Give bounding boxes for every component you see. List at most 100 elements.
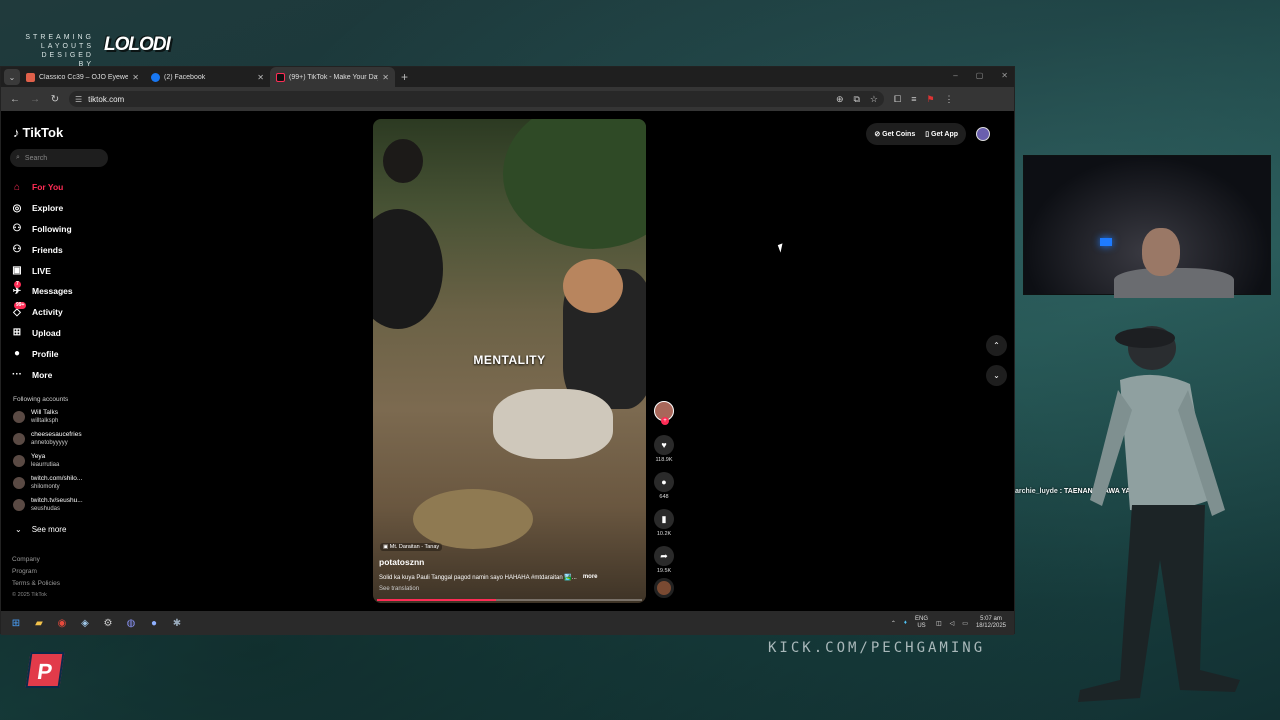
previous-video-button[interactable]: ⌃ <box>986 335 1007 356</box>
tray-chevron-icon[interactable]: ⌃ <box>891 620 896 627</box>
back-icon[interactable]: ← <box>9 94 21 105</box>
close-window-button[interactable]: ✕ <box>1001 71 1008 80</box>
chrome-icon[interactable]: ◉ <box>54 615 70 631</box>
see-translation-link[interactable]: See translation <box>379 586 419 592</box>
get-app-button[interactable]: ▯ Get App <box>925 130 958 138</box>
next-video-button[interactable]: ⌄ <box>986 365 1007 386</box>
tab-search-icon[interactable]: ⌄ <box>4 69 20 85</box>
kick-channel-url: KICK.COM/PECHGAMING <box>768 640 986 656</box>
close-tab-icon[interactable]: ✕ <box>257 73 264 82</box>
video-player[interactable]: MENTALITY ▣ Mt. Daraitan - Tanay potatos… <box>373 119 646 603</box>
user-avatar[interactable] <box>976 127 990 141</box>
extensions-icon[interactable]: ⧠ <box>894 94 901 105</box>
media-icon[interactable]: ≡ <box>911 94 916 105</box>
tab-facebook[interactable]: (2) Facebook ✕ <box>145 67 270 87</box>
author-avatar[interactable]: + <box>654 401 674 425</box>
account-username: seushudas <box>31 506 61 512</box>
tiktok-logo[interactable]: ♪ TikTok <box>13 125 63 140</box>
nav-item-for-you[interactable]: ⌂ For You <box>11 177 73 198</box>
network-icon[interactable]: ◫ <box>936 620 942 627</box>
site-info-icon[interactable]: ☰ <box>75 95 82 104</box>
avatar <box>13 477 25 489</box>
nav-item-messages[interactable]: ✈ 7 Messages <box>11 280 73 302</box>
like-action[interactable]: ♥ 118.9K <box>654 435 674 463</box>
discord-icon[interactable]: ◍ <box>123 615 139 631</box>
video-person-1 <box>373 209 443 329</box>
nav-item-more[interactable]: ··· More <box>11 364 73 385</box>
date-text: 18/12/2025 <box>975 623 1006 629</box>
tab-bar: ⌄ Classico Cc39 – OJO Eyewear ✕ (2) Face… <box>1 67 1014 87</box>
nav-item-live[interactable]: ▣ LIVE <box>11 260 73 281</box>
nav-item-profile[interactable]: ● Profile <box>11 343 73 364</box>
more-link[interactable]: more <box>583 574 598 581</box>
account-name: Will Talks <box>31 409 58 416</box>
progress-bar[interactable] <box>377 599 497 601</box>
logo-text: TikTok <box>22 125 64 140</box>
footer-program-link[interactable]: Program <box>12 568 60 575</box>
region-code: US <box>917 623 926 629</box>
windows-taskbar: ⊞ ▰ ◉ ◈ ⚙ ◍ ● ✱ ⌃ ♦ ENG US ◫ ◁ ▭ 5:07 am 1… <box>1 611 1014 635</box>
minimize-button[interactable]: – <box>953 71 957 80</box>
credit-line: STREAMING <box>25 34 94 41</box>
bookmark-star-icon[interactable]: ☆ <box>870 94 878 105</box>
footer-terms-link[interactable]: Terms & Policies <box>12 580 60 587</box>
clock[interactable]: 5:07 am 18/12/2025 <box>976 616 1006 630</box>
comment-action[interactable]: ● 648 <box>654 472 674 500</box>
layout-credit: STREAMING LAYOUTS DESIGED BY <box>22 33 94 69</box>
nav-item-activity[interactable]: ◇ 99+ Activity <box>11 301 73 323</box>
video-author[interactable]: potatosznn <box>379 557 424 567</box>
nav-item-upload[interactable]: ⊞ Upload <box>11 323 73 344</box>
language-indicator[interactable]: ENG US <box>915 616 928 630</box>
url-field[interactable]: ☰ tiktok.com ⊕ ⧉ ☆ <box>69 91 884 107</box>
close-tab-icon[interactable]: ✕ <box>382 73 389 82</box>
following-account[interactable]: Yeya leaurrutiaa <box>13 453 83 469</box>
tab-tiktok[interactable]: (99+) TikTok - Make Your Day ✕ <box>270 67 395 87</box>
gear-icon[interactable]: ✱ <box>169 615 185 631</box>
browser-menu-icon[interactable]: ⋮ <box>945 94 954 105</box>
reload-icon[interactable]: ↻ <box>49 94 61 105</box>
see-more-button[interactable]: ⌄ See more <box>15 525 66 534</box>
close-tab-icon[interactable]: ✕ <box>132 73 139 82</box>
battery-icon[interactable]: ▭ <box>962 620 968 627</box>
following-account[interactable]: cheesesaucefries annetobyyyyy <box>13 431 83 447</box>
settings-app-icon[interactable]: ⚙ <box>100 615 116 631</box>
save-action[interactable]: ▮ 10.2K <box>654 509 674 537</box>
heart-icon[interactable]: ♥ <box>654 435 674 455</box>
forward-icon[interactable]: → <box>29 94 41 105</box>
walking-man-illustration <box>1078 326 1240 702</box>
nav-item-explore[interactable]: ◎ Explore <box>11 198 73 219</box>
location-tag[interactable]: ▣ Mt. Daraitan - Tanay <box>380 543 443 551</box>
install-icon[interactable]: ⧉ <box>853 94 859 105</box>
profile-extension-icon[interactable]: ⚑ <box>926 94 934 105</box>
search-input[interactable]: ⌕ Search <box>10 149 108 167</box>
bookmark-icon[interactable]: ▮ <box>654 509 674 529</box>
footer-company-link[interactable]: Company <box>12 556 60 563</box>
following-account[interactable]: Will Talks willtalksph <box>13 409 83 425</box>
music-disc-icon[interactable] <box>654 578 674 598</box>
steam-icon[interactable]: ◈ <box>77 615 93 631</box>
following-account[interactable]: twitch.tv/seushu... seushudas <box>13 497 83 513</box>
tab-ojo-eyewear[interactable]: Classico Cc39 – OJO Eyewear ✕ <box>20 67 145 87</box>
app-icon[interactable]: ● <box>146 615 162 631</box>
volume-icon[interactable]: ◁ <box>950 620 955 627</box>
location-icon: ▣ <box>383 544 390 550</box>
windows-icon[interactable]: ⊞ <box>8 615 24 631</box>
maximize-button[interactable]: ▢ <box>976 71 984 80</box>
account-name: cheesesaucefries <box>31 431 82 438</box>
new-tab-button[interactable]: + <box>401 70 408 84</box>
follow-plus-icon[interactable]: + <box>661 417 669 425</box>
share-action[interactable]: ➦ 19.5K <box>654 546 674 574</box>
video-person-2-hair <box>563 259 623 313</box>
zoom-icon[interactable]: ⊕ <box>836 94 844 105</box>
following-account[interactable]: twitch.com/shilo... shilomonty <box>13 475 83 491</box>
microphone-icon[interactable]: ♦ <box>904 620 907 626</box>
share-icon[interactable]: ➦ <box>654 546 674 566</box>
tab-title: (99+) TikTok - Make Your Day <box>289 73 379 81</box>
get-coins-button[interactable]: ⊘ Get Coins <box>874 130 915 138</box>
comment-icon[interactable]: ● <box>654 472 674 492</box>
nav-item-following[interactable]: ⚇ Following <box>11 219 73 240</box>
nav-item-friends[interactable]: ⚇ Friends <box>11 239 73 260</box>
get-coins-label: Get Coins <box>882 131 916 138</box>
webcam-streamer-face <box>1142 228 1180 276</box>
folder-icon[interactable]: ▰ <box>31 615 47 631</box>
